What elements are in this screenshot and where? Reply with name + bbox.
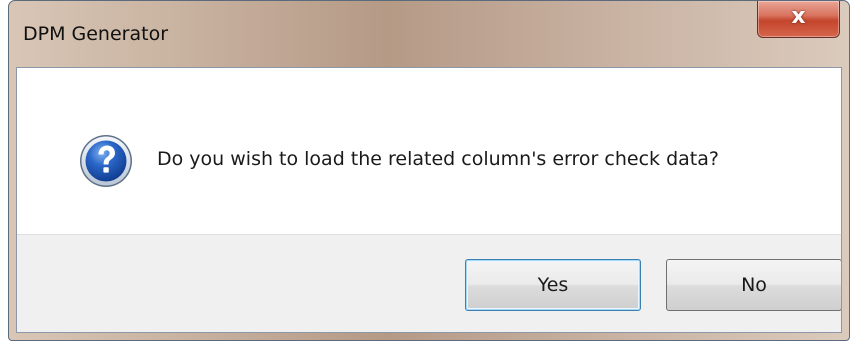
dialog-message: Do you wish to load the related column's… (157, 148, 719, 170)
yes-button[interactable]: Yes (465, 259, 641, 311)
close-icon: x (791, 4, 806, 30)
close-button[interactable]: x (757, 1, 840, 38)
button-bar: Yes No (17, 234, 841, 332)
title-bar[interactable]: DPM Generator x (9, 1, 849, 67)
message-area: Do you wish to load the related column's… (17, 68, 841, 234)
no-button[interactable]: No (666, 259, 841, 311)
dialog-window: DPM Generator x Do you wish to load the … (8, 0, 850, 341)
question-icon (80, 135, 132, 187)
dialog-client-area: Do you wish to load the related column's… (16, 67, 842, 333)
window-title: DPM Generator (23, 23, 169, 45)
